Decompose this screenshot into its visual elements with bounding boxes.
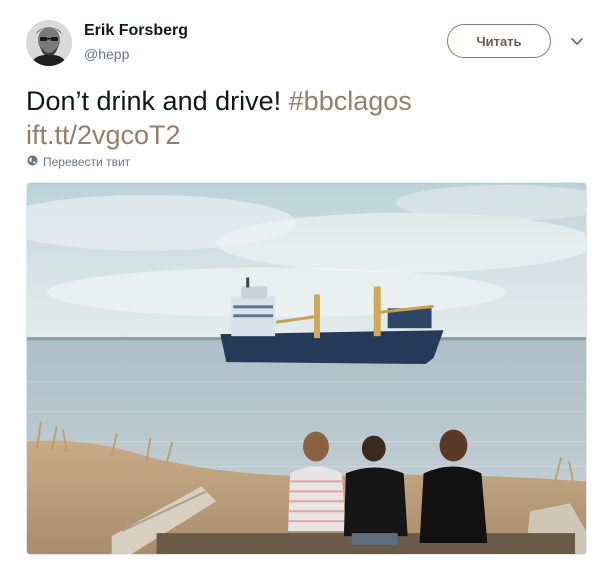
- globe-icon: [27, 155, 38, 169]
- chevron-down-icon[interactable]: [569, 34, 585, 50]
- hashtag-link[interactable]: #bbclagos: [289, 86, 412, 116]
- translate-tweet-link[interactable]: Перевести твит: [27, 155, 130, 169]
- avatar[interactable]: [26, 20, 72, 66]
- author-name[interactable]: Erik Forsberg: [84, 22, 188, 40]
- tweet-photo[interactable]: [26, 182, 587, 555]
- follow-button[interactable]: Читать: [447, 24, 551, 58]
- translate-label: Перевести твит: [43, 155, 131, 169]
- tweet-card: Erik Forsberg @hepp Читать Don’t drink a…: [0, 0, 615, 568]
- tweet-text: Don’t drink and drive! #bbclagos ift.tt/…: [26, 84, 586, 152]
- url-link[interactable]: ift.tt/2vgcoT2: [26, 120, 181, 150]
- tweet-text-body: Don’t drink and drive!: [26, 86, 282, 116]
- author-handle[interactable]: @hepp: [84, 46, 129, 62]
